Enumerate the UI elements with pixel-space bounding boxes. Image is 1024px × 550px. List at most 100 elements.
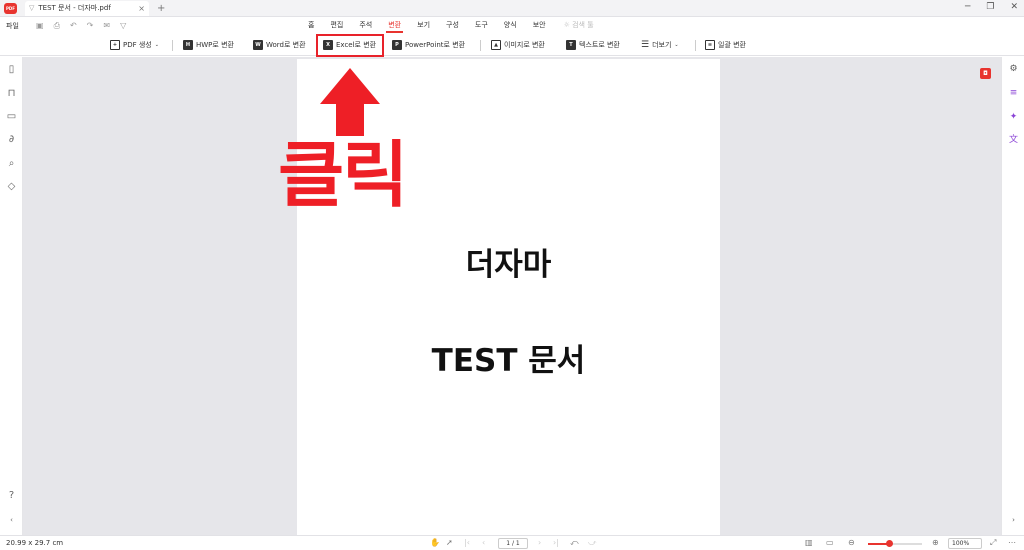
restore-icon[interactable]: ❐ xyxy=(986,2,994,12)
tab-convert[interactable]: 변환 xyxy=(380,17,409,34)
powerpoint-icon: P xyxy=(392,40,402,50)
close-window-icon[interactable]: ✕ xyxy=(1010,2,1018,12)
print-icon[interactable]: ⎙ xyxy=(54,21,60,31)
zoom-out-icon[interactable]: ⊖ xyxy=(848,537,855,549)
tab-comment[interactable]: 주석 xyxy=(351,17,380,34)
app-logo: PDF xyxy=(4,2,17,14)
pdf-create-button[interactable]: + PDF 생성 ⌄ xyxy=(110,38,159,52)
ribbon-divider xyxy=(480,40,481,51)
search-icon[interactable]: ⌕ xyxy=(6,158,17,169)
fit-page-icon[interactable]: ⤢ xyxy=(990,537,996,549)
tab-edit[interactable]: 편집 xyxy=(322,17,351,34)
properties-icon[interactable]: ⚙ xyxy=(1008,64,1019,75)
word-icon: W xyxy=(253,40,263,50)
translate-icon[interactable]: 文 xyxy=(1008,135,1019,146)
document-subheading: TEST 문서 xyxy=(431,343,586,379)
right-sidebar: ⚙ ≡ ✦ 文 › xyxy=(1001,57,1024,535)
document-tab-label: TEST 문서 - 더자마.pdf xyxy=(38,4,111,12)
more-options-icon[interactable]: ⋯ xyxy=(1008,537,1016,549)
ai-assistant-icon[interactable]: ◘ xyxy=(980,68,991,79)
text-icon: T xyxy=(566,40,576,50)
image-convert-label: 이미지로 변환 xyxy=(504,41,545,49)
ribbon-divider xyxy=(172,40,173,51)
collapse-right-icon[interactable]: › xyxy=(1008,515,1019,526)
minimize-icon[interactable]: ─ xyxy=(965,2,970,12)
image-icon: ▲ xyxy=(491,40,501,50)
zoom-level-select[interactable]: 100% xyxy=(948,538,982,549)
batch-convert-label: 일괄 변환 xyxy=(718,41,746,49)
collapse-left-icon[interactable]: ‹ xyxy=(6,515,17,526)
text-convert-button[interactable]: T 텍스트로 변환 xyxy=(566,38,620,52)
ribbon-tabs: 홈 편집 주석 변환 보기 구성 도구 양식 보안 ☼ 검색 툴 xyxy=(300,17,594,34)
window-controls: ─ ❐ ✕ xyxy=(965,2,1018,12)
batch-convert-button[interactable]: ≡ 일괄 변환 xyxy=(705,38,746,52)
plus-icon: + xyxy=(110,40,120,50)
zoom-in-icon[interactable]: ⊕ xyxy=(932,537,939,549)
word-convert-button[interactable]: W Word로 변환 xyxy=(253,38,306,52)
mail-icon[interactable]: ✉ xyxy=(103,21,110,31)
more-button[interactable]: ☰ 더보기 ⌄ xyxy=(641,38,679,52)
document-canvas[interactable]: 더자마 TEST 문서 ◘ xyxy=(23,57,1001,535)
ai-summary-icon[interactable]: ≡ xyxy=(1008,88,1019,99)
undo-icon[interactable]: ↶ xyxy=(70,21,77,31)
hwp-icon: H xyxy=(183,40,193,50)
select-tool-icon[interactable]: ➚ xyxy=(446,537,453,549)
search-tools-label: 검색 툴 xyxy=(572,21,594,29)
first-page-icon[interactable]: |‹ xyxy=(464,537,470,549)
text-convert-label: 텍스트로 변환 xyxy=(579,41,620,49)
status-bar: 20.99 x 29.7 cm ✋ ➚ |‹ ‹ 1 / 1 › ›| ⤺ ⤻ … xyxy=(0,535,1024,550)
layers-icon[interactable]: ◇ xyxy=(6,181,17,192)
zoom-slider-thumb[interactable] xyxy=(885,540,893,547)
go-forward-icon[interactable]: ⤻ xyxy=(588,537,597,549)
go-back-icon[interactable]: ⤺ xyxy=(570,537,579,549)
save-icon[interactable]: ▣ xyxy=(36,21,44,31)
word-convert-label: Word로 변환 xyxy=(266,41,306,49)
view-mode-icon[interactable]: ▭ xyxy=(826,537,834,549)
click-annotation: 클릭 xyxy=(278,133,408,217)
attachment-icon[interactable]: ∂ xyxy=(6,134,17,145)
batch-icon: ≡ xyxy=(705,40,715,50)
bookmark-icon[interactable]: ⊓ xyxy=(6,88,17,99)
help-icon[interactable]: ? xyxy=(6,490,17,501)
chevron-down-icon: ⌄ xyxy=(154,42,159,48)
thumbnail-icon[interactable]: ▯ xyxy=(6,64,17,75)
left-sidebar: ▯ ⊓ ▭ ∂ ⌕ ◇ ? ‹ xyxy=(0,57,23,535)
prev-page-icon[interactable]: ‹ xyxy=(482,537,485,549)
zoom-slider[interactable] xyxy=(868,540,922,547)
tab-security[interactable]: 보안 xyxy=(525,17,554,34)
page-size-readout: 20.99 x 29.7 cm xyxy=(6,539,64,547)
hwp-convert-button[interactable]: H HWP로 변환 xyxy=(183,38,234,52)
tab-forms[interactable]: 양식 xyxy=(496,17,525,34)
powerpoint-convert-button[interactable]: P PowerPoint로 변환 xyxy=(392,38,465,52)
search-tools[interactable]: ☼ 검색 툴 xyxy=(554,17,594,34)
ribbon-divider xyxy=(695,40,696,51)
chevron-down-icon: ⌄ xyxy=(674,42,679,48)
hwp-convert-label: HWP로 변환 xyxy=(196,41,234,49)
tab-home[interactable]: 홈 xyxy=(300,17,322,34)
lightbulb-icon: ☼ xyxy=(563,21,570,29)
tab-organize[interactable]: 구성 xyxy=(438,17,467,34)
document-tab[interactable]: ▽ TEST 문서 - 더자마.pdf × xyxy=(25,0,149,16)
page-number-input[interactable]: 1 / 1 xyxy=(498,538,528,549)
quick-access-toolbar: ▣ ⎙ ↶ ↷ ✉ ▽ xyxy=(36,21,126,31)
last-page-icon[interactable]: ›| xyxy=(553,537,559,549)
ai-chat-icon[interactable]: ✦ xyxy=(1008,112,1019,123)
list-icon: ☰ xyxy=(641,40,650,50)
document-heading: 더자마 xyxy=(465,247,552,283)
close-tab-icon[interactable]: × xyxy=(138,4,145,13)
redo-icon[interactable]: ↷ xyxy=(87,21,94,31)
next-page-icon[interactable]: › xyxy=(538,537,541,549)
powerpoint-convert-label: PowerPoint로 변환 xyxy=(405,41,466,49)
tab-view[interactable]: 보기 xyxy=(409,17,438,34)
dropdown-icon[interactable]: ▽ xyxy=(120,21,126,31)
tab-tools[interactable]: 도구 xyxy=(467,17,496,34)
title-bar: PDF ▽ TEST 문서 - 더자마.pdf × + ─ ❐ ✕ xyxy=(0,0,1024,17)
more-label: 더보기 xyxy=(652,41,672,49)
comment-icon[interactable]: ▭ xyxy=(6,111,17,122)
hand-tool-icon[interactable]: ✋ xyxy=(430,537,440,549)
page-layout-icon[interactable]: ▥ xyxy=(805,537,813,549)
file-menu[interactable]: 파일 xyxy=(6,21,19,31)
up-arrow-icon xyxy=(320,68,380,136)
add-tab-icon[interactable]: + xyxy=(157,3,165,14)
image-convert-button[interactable]: ▲ 이미지로 변환 xyxy=(491,38,545,52)
